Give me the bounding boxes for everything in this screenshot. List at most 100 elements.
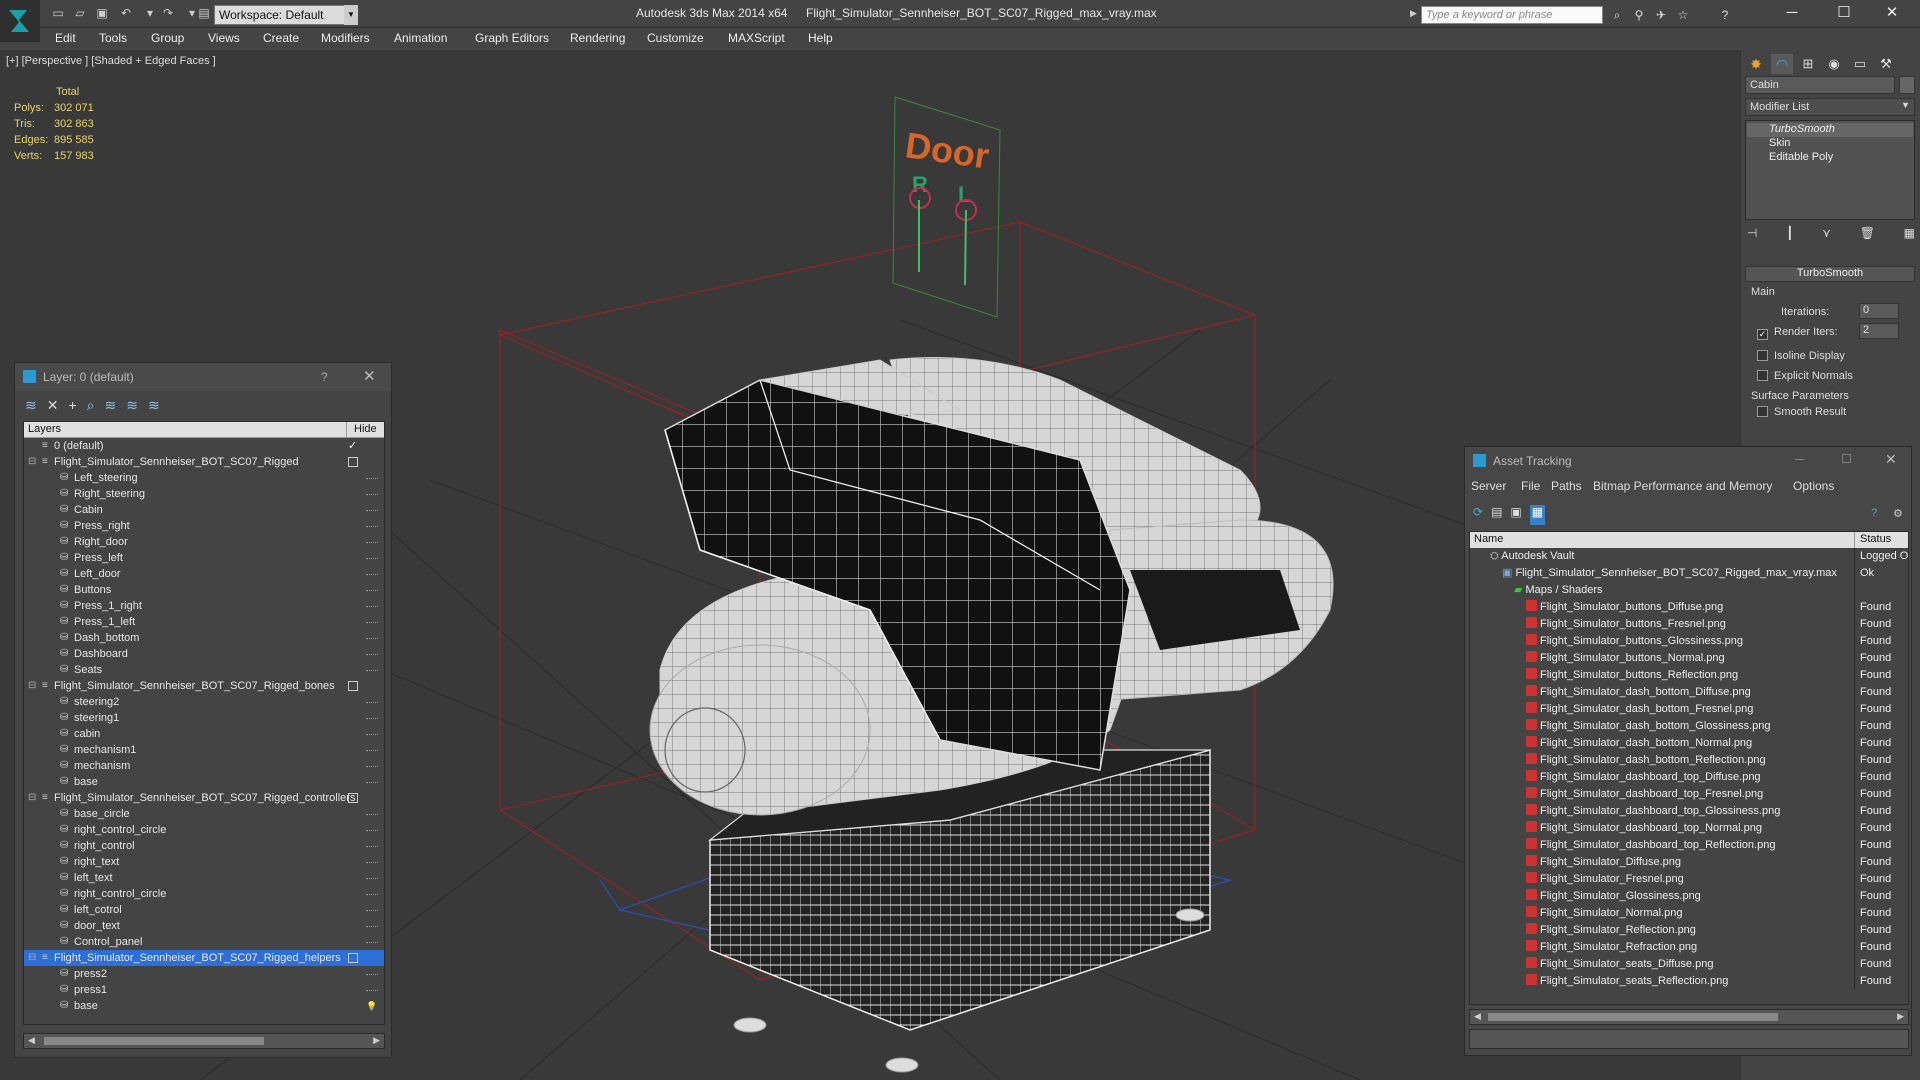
asset-row[interactable]: ▣ Flight_Simulator_Sennheiser_BOT_SC07_R… (1470, 565, 1908, 582)
asset-row[interactable]: Flight_Simulator_dashboard_top_Reflectio… (1470, 837, 1908, 854)
undo-icon[interactable]: ↶ (118, 5, 134, 21)
layer-hide-checkbox[interactable] (348, 953, 358, 963)
render-iters-spinner[interactable]: 2 (1859, 323, 1899, 339)
active-layer-check-icon[interactable]: ✓ (348, 438, 357, 454)
asset-row[interactable]: Flight_Simulator_seats_Diffuse.png Found (1470, 956, 1908, 973)
menu-help[interactable]: Help (808, 31, 833, 45)
menu-customize[interactable]: Customize (647, 31, 704, 45)
layer-hide-toggle[interactable] (366, 974, 378, 975)
viewport-label[interactable]: [+] [Perspective ] [Shaded + Edged Faces… (6, 55, 216, 67)
asset-menu-options[interactable]: Options (1793, 479, 1834, 493)
chevron-down-icon[interactable]: ▼ (344, 5, 358, 25)
asset-row[interactable]: Flight_Simulator_dash_bottom_Reflection.… (1470, 752, 1908, 769)
close-icon[interactable]: ✕ (1870, 2, 1914, 24)
asset-row[interactable]: Flight_Simulator_Refraction.png Found (1470, 939, 1908, 956)
layer-hide-toggle[interactable] (366, 702, 378, 703)
asset-row[interactable]: Flight_Simulator_dash_bottom_Fresnel.png… (1470, 701, 1908, 718)
scroll-left-icon[interactable]: ◀ (28, 1035, 35, 1046)
menu-views[interactable]: Views (208, 31, 240, 45)
asset-menu-file[interactable]: File (1521, 479, 1540, 493)
layer-object-row[interactable]: ⛁ Left_steering (24, 470, 384, 486)
menu-create[interactable]: Create (263, 31, 299, 45)
layer-hide-toggle[interactable] (366, 814, 378, 815)
layer-object-row[interactable]: ⛁ Press_1_right (24, 598, 384, 614)
stack-item-turbosmooth[interactable]: TurboSmooth (1747, 123, 1913, 137)
create-tab-icon[interactable]: ✸ (1745, 54, 1767, 74)
stack-item-editable-poly[interactable]: Editable Poly (1747, 151, 1913, 165)
layer-object-row[interactable]: ⛁ Control_panel (24, 934, 384, 950)
asset-window-header[interactable]: Asset Tracking ─ ☐ ✕ (1465, 447, 1911, 475)
layer-object-row[interactable]: ⛁ Press_1_left (24, 614, 384, 630)
col-layers[interactable]: Layers (28, 423, 61, 435)
configure-sets-icon[interactable]: ▦ (1904, 226, 1915, 244)
iterations-spinner[interactable]: 0 (1859, 303, 1899, 319)
layer-hide-toggle[interactable] (366, 638, 378, 639)
layer-hide-toggle[interactable] (366, 926, 378, 927)
hide-all-icon[interactable]: ≋ (126, 397, 138, 417)
asset-settings-icon[interactable]: ⚙ (1893, 507, 1903, 520)
layer-hide-toggle[interactable] (366, 718, 378, 719)
layer-object-row[interactable]: ⛁ right_text (24, 854, 384, 870)
layer-hide-toggle[interactable] (366, 654, 378, 655)
layer-hide-toggle[interactable] (366, 574, 378, 575)
layer-object-row[interactable]: ⛁ steering1 (24, 710, 384, 726)
layer-object-row[interactable]: ⛁ base 💡 (24, 998, 384, 1014)
layer-hide-toggle[interactable] (366, 510, 378, 511)
asset-row[interactable]: ⛭ Autodesk Vault Logged O (1470, 548, 1908, 565)
asset-menu-server[interactable]: Server (1471, 479, 1506, 493)
asset-row[interactable]: Flight_Simulator_dashboard_top_Normal.pn… (1470, 820, 1908, 837)
lightbulb-icon[interactable]: 💡 (366, 998, 377, 1014)
layer-object-row[interactable]: ⛁ Right_steering (24, 486, 384, 502)
layer-row[interactable]: ⊟ ≡ Flight_Simulator_Sennheiser_BOT_SC07_R… (24, 950, 384, 966)
layer-hide-toggle[interactable] (366, 942, 378, 943)
asset-row[interactable]: Flight_Simulator_Fresnel.png Found (1470, 871, 1908, 888)
asset-row[interactable]: Flight_Simulator_buttons_Reflection.png F… (1470, 667, 1908, 684)
layer-row[interactable]: ⊟ ≡ Flight_Simulator_Sennheiser_BOT_SC07_R… (24, 454, 384, 470)
layer-hide-toggle[interactable] (366, 734, 378, 735)
menu-graph-editors[interactable]: Graph Editors (475, 31, 549, 45)
render-iters-checkbox[interactable]: ✓ (1757, 329, 1768, 340)
layer-hide-checkbox[interactable] (348, 457, 358, 467)
asset-row[interactable]: Flight_Simulator_dashboard_top_Diffuse.p… (1470, 769, 1908, 786)
layer-object-row[interactable]: ⛁ Left_door (24, 566, 384, 582)
layer-object-row[interactable]: ⛁ right_control_circle (24, 886, 384, 902)
delete-layer-icon[interactable]: ✕ (47, 397, 59, 417)
help-icon[interactable]: ? (321, 370, 328, 384)
search-input[interactable]: Type a keyword or phrase (1421, 6, 1603, 24)
scroll-thumb[interactable] (44, 1037, 264, 1045)
expand-toggle-icon[interactable]: ⊟ (28, 950, 36, 966)
layer-object-row[interactable]: ⛁ press2 (24, 966, 384, 982)
asset-row[interactable]: Flight_Simulator_buttons_Fresnel.png Foun… (1470, 616, 1908, 633)
make-unique-icon[interactable]: ⋎ (1822, 226, 1831, 244)
layer-hide-toggle[interactable] (366, 846, 378, 847)
asset-row[interactable]: Flight_Simulator_dashboard_top_Glossines… (1470, 803, 1908, 820)
layer-hide-checkbox[interactable] (348, 793, 358, 803)
layer-row[interactable]: ⊟ ≡ Flight_Simulator_Sennheiser_BOT_SC07_R… (24, 790, 384, 806)
explicit-normals-checkbox[interactable] (1757, 370, 1768, 381)
layer-hide-toggle[interactable] (366, 830, 378, 831)
menu-tools[interactable]: Tools (99, 31, 127, 45)
asset-help-icon[interactable]: ? (1871, 507, 1877, 519)
scroll-right-icon[interactable]: ▶ (373, 1035, 380, 1046)
help-icon[interactable]: ? (1716, 6, 1734, 24)
subscription-icon[interactable]: ⚲ (1630, 6, 1648, 24)
hierarchy-tab-icon[interactable]: ⊞ (1797, 54, 1819, 74)
asset-row[interactable]: Flight_Simulator_dashboard_top_Fresnel.p… (1470, 786, 1908, 803)
motion-tab-icon[interactable]: ◉ (1823, 54, 1845, 74)
layer-hide-toggle[interactable] (366, 862, 378, 863)
layer-row[interactable]: ⊟ ≡ Flight_Simulator_Sennheiser_BOT_SC07_R… (24, 678, 384, 694)
layer-row[interactable]: ≡ 0 (default) ✓ (24, 438, 384, 454)
thumbnail-view-icon[interactable]: ▣ (1510, 505, 1521, 525)
asset-row[interactable]: Flight_Simulator_Glossiness.png Found (1470, 888, 1908, 905)
display-tab-icon[interactable]: ▭ (1849, 54, 1871, 74)
close-icon[interactable]: ✕ (363, 367, 376, 385)
asset-menu-paths[interactable]: Paths (1551, 479, 1582, 493)
expand-toggle-icon[interactable]: ⊟ (28, 678, 36, 694)
asset-row[interactable]: Flight_Simulator_seats_Reflection.png Fou… (1470, 973, 1908, 990)
menu-maxscript[interactable]: MAXScript (728, 31, 785, 45)
layer-object-row[interactable]: ⛁ left_cotrol (24, 902, 384, 918)
project-folder-icon[interactable]: ▤ (196, 5, 212, 21)
scroll-left-icon[interactable]: ◀ (1474, 1011, 1481, 1022)
workspace-dropdown[interactable]: Workspace: Default (214, 5, 358, 25)
select-objects-icon[interactable]: ⌕ (87, 397, 95, 417)
